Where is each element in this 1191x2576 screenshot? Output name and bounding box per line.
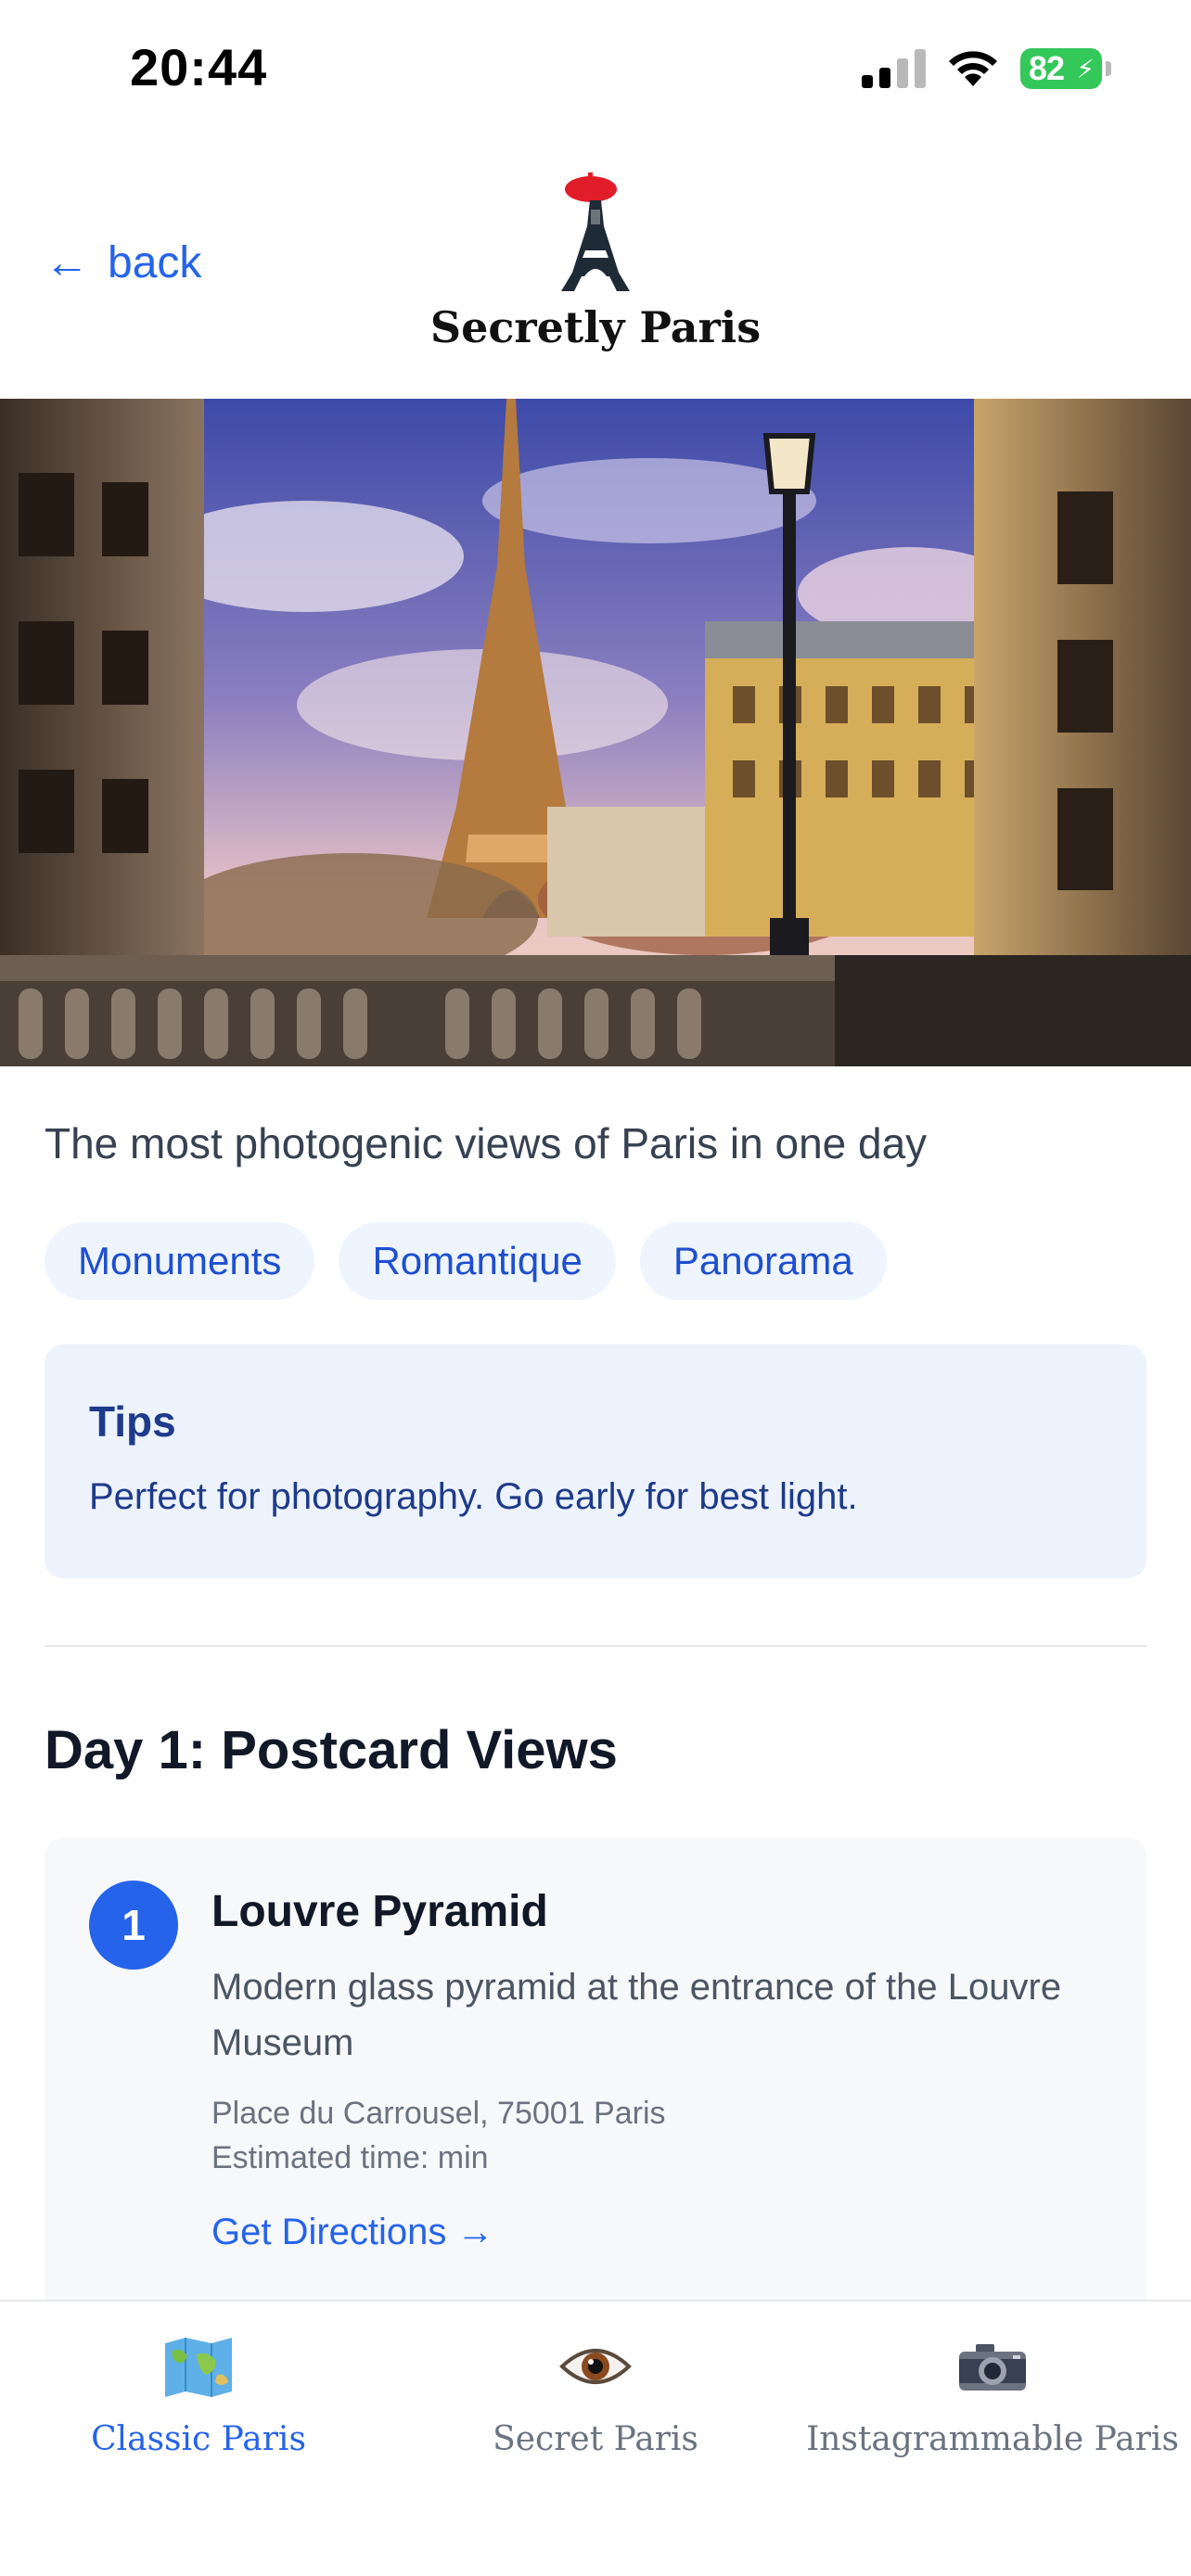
screen: 20:44 82 ⚡ ← back Secretly Paris The mos… [0,0,1191,2576]
header: ← back Secretly Paris [0,130,1191,399]
arrow-left-icon: ← [45,238,89,287]
back-label: back [108,238,202,287]
battery-level: 82 [1029,49,1065,87]
wifi-icon [949,51,997,86]
hero-photo [0,399,1191,1066]
stop-card: 1 Louvre Pyramid Modern glass pyramid at… [45,1838,1146,2320]
logo-text: Secretly Paris [429,302,762,352]
tab-secret-paris[interactable]: Secret Paris [397,2329,794,2458]
eiffel-tower-beret-icon [561,172,630,291]
stop-time: Estimated time: min [211,2140,489,2175]
stop-address: Place du Carrousel, 75001 Paris [211,2096,666,2131]
tips-text: Perfect for photography. Go early for be… [89,1476,858,1517]
tab-label: Classic Paris [91,2420,306,2458]
tab-classic-paris[interactable]: Classic Paris [0,2329,397,2458]
day-title: Day 1: Postcard Views [45,1720,618,1780]
battery-icon: 82 ⚡ [1020,48,1111,89]
stop-body: Louvre Pyramid Modern glass pyramid at t… [211,1886,1102,2253]
hero-image [0,399,1191,1066]
charging-bolt-icon: ⚡ [1076,55,1095,83]
stop-meta: Place du Carrousel, 75001 Paris Estimate… [211,2091,1102,2180]
page-subtitle: The most photogenic views of Paris in on… [45,1119,928,1167]
tips-title: Tips [89,1397,176,1446]
back-button[interactable]: ← back [45,237,201,288]
camera-icon [951,2329,1034,2404]
stop-name: Louvre Pyramid [211,1887,548,1936]
status-time: 20:44 [130,38,268,96]
stop-number-badge: 1 [89,1881,178,1970]
tag-romantique[interactable]: Romantique [339,1222,616,1300]
eye-icon [554,2329,637,2404]
tab-instagrammable-paris[interactable]: Instagrammable Paris [794,2329,1191,2458]
tips-card: Tips Perfect for photography. Go early f… [45,1345,1146,1578]
divider [45,1645,1146,1647]
tab-label: Secret Paris [493,2420,698,2458]
status-icons: 82 ⚡ [862,48,1111,89]
tag-list: Monuments Romantique Panorama [45,1222,887,1300]
status-bar: 20:44 82 ⚡ [0,0,1191,130]
signal-icon [862,49,926,88]
app-logo: Secretly Paris [430,171,761,352]
tab-label: Instagrammable Paris [806,2420,1179,2458]
tab-bar: Classic Paris Secret Paris Instagrammabl… [0,2300,1191,2576]
world-map-icon [157,2329,240,2404]
tag-panorama[interactable]: Panorama [639,1222,887,1300]
tag-monuments[interactable]: Monuments [45,1222,315,1300]
get-directions-link[interactable]: Get Directions → [211,2212,494,2253]
stop-description: Modern glass pyramid at the entrance of … [211,1967,1062,2063]
